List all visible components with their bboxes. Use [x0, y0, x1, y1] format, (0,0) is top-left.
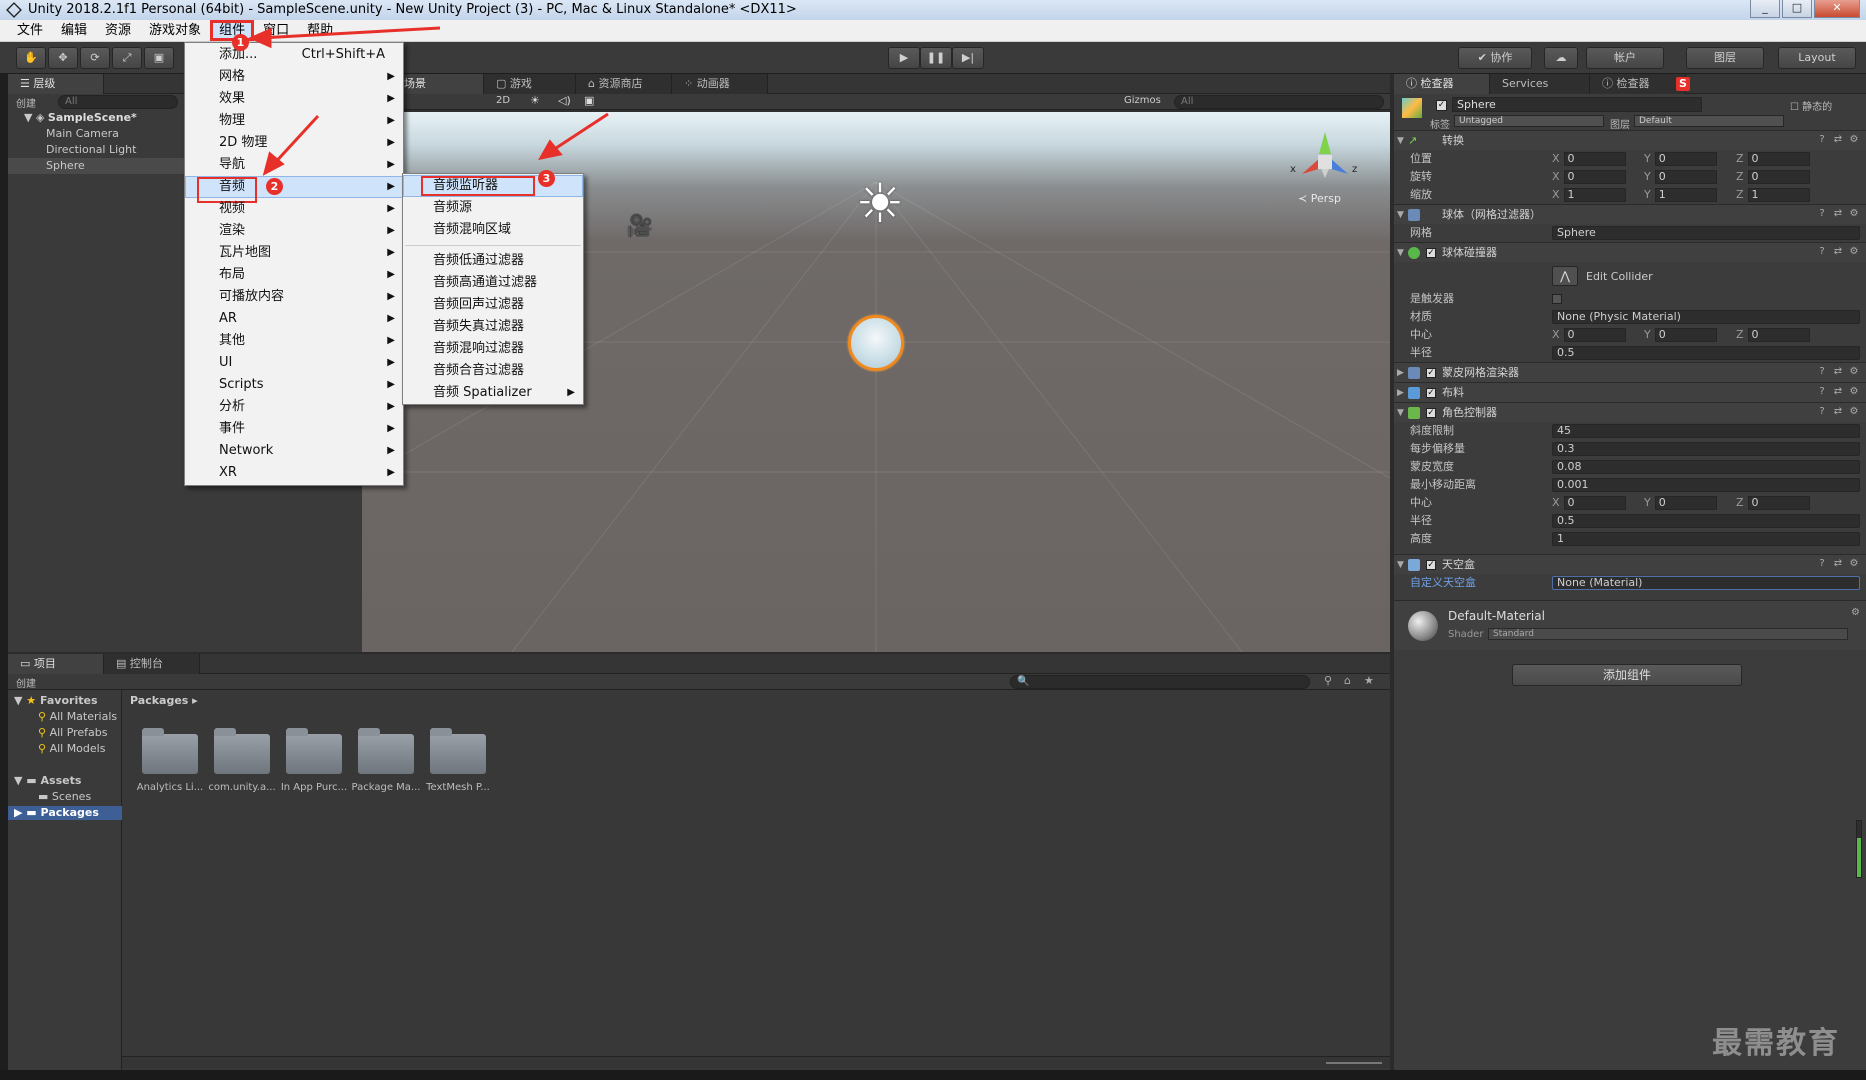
unity-editor: Unity 2018.2.1f1 Personal (64bit) - Samp…: [0, 0, 1866, 1080]
step-badge-2: 2: [266, 178, 283, 195]
annotation-arrows: [248, 26, 609, 176]
step-badge-1: 1: [232, 34, 249, 51]
step-badge-3: 3: [538, 170, 555, 187]
